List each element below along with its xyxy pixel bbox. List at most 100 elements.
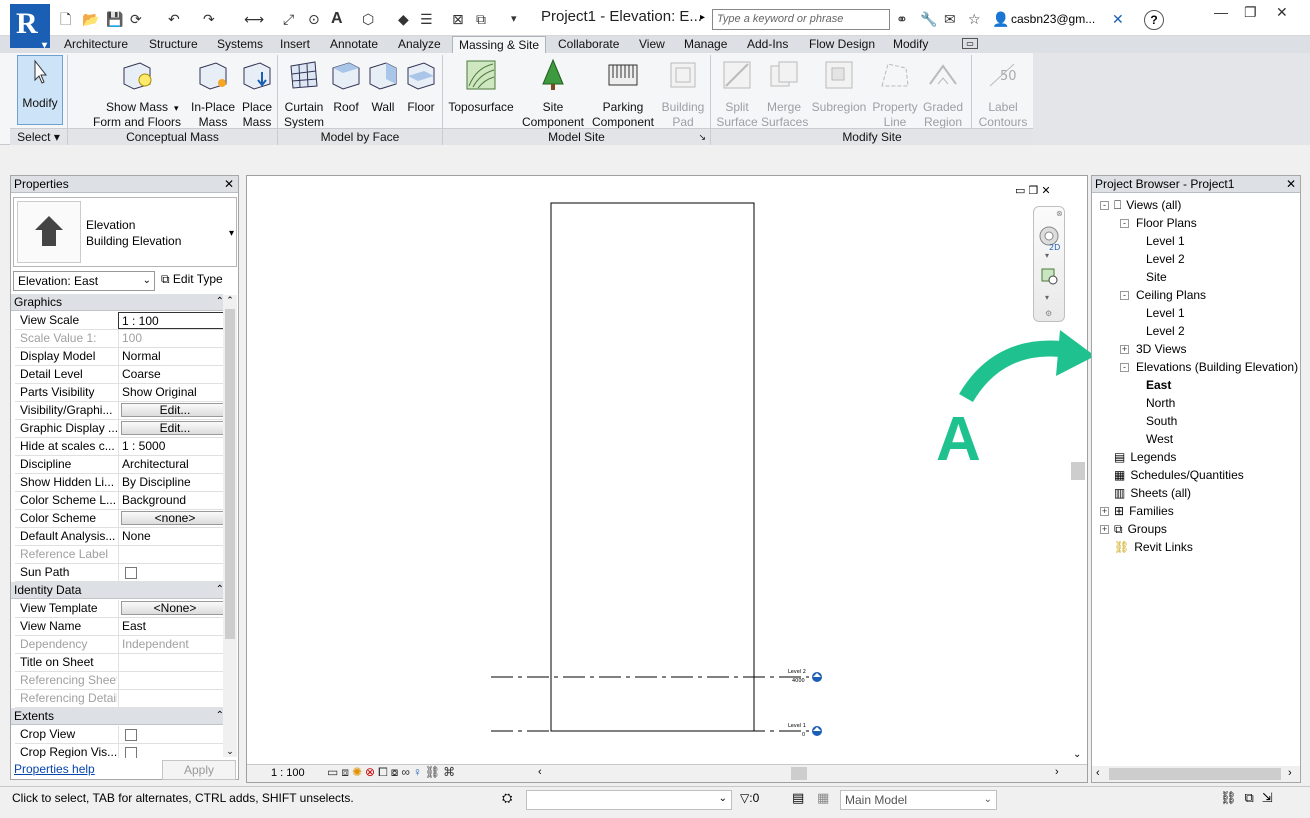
- sun-path-icon[interactable]: ✺: [352, 765, 365, 779]
- property-checkbox[interactable]: [125, 746, 137, 758]
- collapse-icon[interactable]: ⌃: [216, 708, 223, 724]
- shadows-icon[interactable]: ⊗: [365, 765, 378, 779]
- wall-by-face-button[interactable]: Wall: [366, 58, 400, 115]
- browser-item-level-2[interactable]: Level 2: [1146, 252, 1185, 267]
- browser-item-elevations-building-elevation[interactable]: Elevations (Building Elevation): [1136, 360, 1298, 375]
- tab-flow-design[interactable]: Flow Design: [803, 36, 881, 53]
- site-component-button[interactable]: Site Component: [519, 58, 587, 130]
- property-edit-button[interactable]: Edit...: [121, 403, 223, 417]
- section-icon[interactable]: ◆: [398, 10, 409, 28]
- property-value[interactable]: Coarse: [118, 366, 223, 383]
- scroll-thumb[interactable]: [225, 309, 235, 639]
- filter-count[interactable]: ▽:0: [740, 791, 759, 805]
- tab-architecture[interactable]: Architecture: [58, 36, 134, 53]
- property-value[interactable]: Normal: [118, 348, 223, 365]
- property-value[interactable]: <none>: [118, 510, 223, 527]
- scroll-left-icon[interactable]: ‹: [538, 766, 542, 778]
- roof-by-face-button[interactable]: Roof: [328, 58, 364, 115]
- communication-icon[interactable]: ✉: [944, 10, 956, 28]
- browser-item-schedules-quantities[interactable]: ▦ Schedules/Quantities: [1114, 468, 1244, 483]
- visual-style-icon[interactable]: ⧈: [341, 765, 352, 779]
- horizontal-scroll-thumb[interactable]: [791, 767, 807, 780]
- property-value[interactable]: [118, 564, 223, 581]
- property-value[interactable]: 1 : 100: [118, 312, 223, 329]
- tab-manage[interactable]: Manage: [678, 36, 733, 53]
- expand-icon[interactable]: +: [1120, 345, 1129, 354]
- merge-surfaces-button[interactable]: Merge Surfaces: [761, 58, 808, 130]
- property-value[interactable]: None: [118, 528, 223, 545]
- open-icon[interactable]: 📂: [82, 10, 99, 28]
- properties-help-link[interactable]: Properties help: [14, 762, 95, 776]
- measure-icon[interactable]: ⟷: [244, 10, 264, 28]
- collapse-icon[interactable]: -: [1100, 201, 1109, 210]
- editable-only-icon[interactable]: ▤: [792, 790, 804, 806]
- floor-by-face-button[interactable]: Floor: [403, 58, 439, 115]
- aligned-dimension-icon[interactable]: ⤢: [283, 10, 294, 28]
- property-value[interactable]: [118, 744, 223, 758]
- crop-region-icon[interactable]: ⧇: [391, 765, 402, 779]
- apply-button[interactable]: Apply: [162, 760, 236, 780]
- scroll-right-icon[interactable]: ›: [1055, 766, 1059, 778]
- browser-item-level-1[interactable]: Level 1: [1146, 306, 1185, 321]
- chevron-right-icon[interactable]: ▸: [700, 12, 705, 23]
- canvas-vertical-scrollbar[interactable]: ⌄: [1071, 186, 1085, 764]
- scroll-left-icon[interactable]: ‹: [1096, 767, 1100, 779]
- expand-icon[interactable]: +: [1100, 525, 1109, 534]
- sync-icon[interactable]: ⟳: [130, 10, 142, 28]
- parking-component-button[interactable]: Parking Component: [589, 58, 657, 130]
- property-value[interactable]: By Discipline: [118, 474, 223, 491]
- minimize-icon[interactable]: —: [1214, 4, 1228, 20]
- collapse-icon[interactable]: -: [1120, 219, 1129, 228]
- exchange-apps-icon[interactable]: ✕: [1112, 10, 1124, 28]
- restore-icon[interactable]: ❐: [1244, 4, 1257, 21]
- property-group-extents[interactable]: Extents ⌃: [11, 708, 223, 725]
- expand-icon[interactable]: +: [1100, 507, 1109, 516]
- tab-modify[interactable]: Modify: [887, 36, 934, 53]
- scroll-up-icon[interactable]: ⌃: [223, 295, 237, 306]
- close-icon[interactable]: ✕: [1276, 4, 1288, 21]
- browser-item-west[interactable]: West: [1146, 432, 1173, 447]
- property-value[interactable]: Show Original: [118, 384, 223, 401]
- design-options-icon[interactable]: ▦: [817, 790, 829, 806]
- property-value[interactable]: [118, 654, 223, 671]
- select-links-icon[interactable]: ⛓: [1220, 790, 1245, 805]
- view-scale[interactable]: 1 : 100: [271, 767, 305, 779]
- binoculars-icon[interactable]: ⚭: [896, 10, 908, 28]
- workset-dropdown[interactable]: ⌄: [526, 790, 732, 810]
- browser-horizontal-scrollbar[interactable]: ‹ ›: [1092, 766, 1300, 782]
- ribbon-minimize-icon[interactable]: ▭: [962, 38, 978, 49]
- switch-windows-icon[interactable]: ⧉: [476, 10, 486, 28]
- close-icon[interactable]: ✕: [1286, 176, 1296, 192]
- tab-insert[interactable]: Insert: [274, 36, 316, 53]
- select-pinned-icon[interactable]: ⇲: [1262, 790, 1281, 805]
- property-checkbox[interactable]: [125, 728, 137, 741]
- dialog-launcher-icon[interactable]: ↘: [698, 129, 706, 145]
- user-name[interactable]: casbn23@gm...: [1011, 12, 1095, 26]
- select-underlay-icon[interactable]: ⧉: [1245, 790, 1262, 805]
- browser-item-site[interactable]: Site: [1146, 270, 1167, 285]
- browser-item-ceiling-plans[interactable]: Ceiling Plans: [1136, 288, 1206, 303]
- new-icon[interactable]: 🗋: [60, 10, 71, 28]
- qat-customize-icon[interactable]: ▾: [511, 10, 517, 28]
- collapse-icon[interactable]: -: [1120, 291, 1129, 300]
- 3d-view-icon[interactable]: ⬡: [362, 10, 374, 28]
- tab-analyze[interactable]: Analyze: [392, 36, 447, 53]
- in-place-mass-button[interactable]: In-Place Mass: [188, 58, 238, 130]
- browser-item-families[interactable]: ⊞ Families: [1114, 504, 1174, 519]
- property-edit-button[interactable]: <none>: [121, 511, 223, 525]
- browser-item-floor-plans[interactable]: Floor Plans: [1136, 216, 1197, 231]
- browser-item-east[interactable]: East: [1146, 378, 1171, 393]
- property-value[interactable]: Background: [118, 492, 223, 509]
- tab-view[interactable]: View: [633, 36, 671, 53]
- user-icon[interactable]: 👤: [992, 10, 1009, 28]
- browser-item-views-all[interactable]: ⎕ Views (all): [1114, 198, 1181, 213]
- property-edit-button[interactable]: Edit...: [121, 421, 223, 435]
- worksharing-icon[interactable]: ⛓: [425, 765, 443, 779]
- browser-item-south[interactable]: South: [1146, 414, 1177, 429]
- text-tool-icon[interactable]: A: [331, 10, 343, 28]
- property-checkbox[interactable]: [125, 566, 137, 579]
- tab-add-ins[interactable]: Add-Ins: [741, 36, 794, 53]
- property-value[interactable]: Edit...: [118, 402, 223, 419]
- redo-icon[interactable]: ↷: [203, 10, 215, 28]
- property-line-button[interactable]: Property Line: [870, 58, 920, 130]
